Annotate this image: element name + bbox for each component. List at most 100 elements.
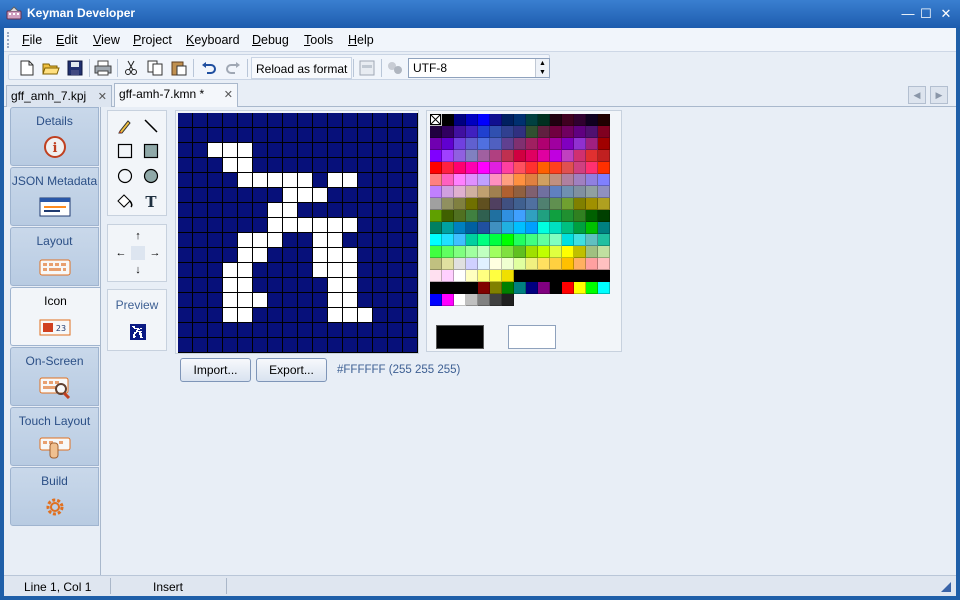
canvas-pixel[interactable] [193,263,208,278]
new-file-icon[interactable] [17,58,37,78]
palette-swatch[interactable] [466,150,478,162]
palette-swatch[interactable] [454,282,466,294]
palette-swatch[interactable] [526,174,538,186]
canvas-pixel[interactable] [238,203,253,218]
canvas-pixel[interactable] [223,158,238,173]
canvas-pixel[interactable] [223,113,238,128]
canvas-pixel[interactable] [328,113,343,128]
canvas-pixel[interactable] [178,188,193,203]
canvas-pixel[interactable] [373,203,388,218]
canvas-pixel[interactable] [343,203,358,218]
palette-swatch[interactable] [514,282,526,294]
canvas-pixel[interactable] [238,188,253,203]
palette-swatch[interactable] [478,234,490,246]
palette-swatch[interactable] [442,186,454,198]
background-color-swatch[interactable] [508,325,556,349]
palette-swatch[interactable] [478,246,490,258]
canvas-pixel[interactable] [373,173,388,188]
canvas-pixel[interactable] [283,323,298,338]
palette-swatch[interactable] [490,162,502,174]
palette-swatch[interactable] [538,246,550,258]
palette-swatch[interactable] [574,186,586,198]
canvas-pixel[interactable] [328,308,343,323]
canvas-pixel[interactable] [298,128,313,143]
canvas-pixel[interactable] [253,293,268,308]
canvas-pixel[interactable] [403,203,418,218]
menu-keyboard[interactable]: Keyboard [186,33,240,47]
palette-swatch[interactable] [466,126,478,138]
canvas-pixel[interactable] [208,188,223,203]
close-window-button[interactable]: ✕ [938,6,954,22]
canvas-pixel[interactable] [373,278,388,293]
palette-swatch[interactable] [526,282,538,294]
palette-swatch[interactable] [490,138,502,150]
palette-swatch[interactable] [430,174,442,186]
canvas-pixel[interactable] [208,248,223,263]
canvas-pixel[interactable] [298,293,313,308]
palette-swatch[interactable] [574,198,586,210]
shift-up-icon[interactable]: ↑ [131,229,145,243]
palette-swatch[interactable] [550,270,562,282]
open-folder-icon[interactable] [41,58,61,78]
palette-swatch[interactable] [514,186,526,198]
canvas-pixel[interactable] [238,248,253,263]
canvas-pixel[interactable] [328,293,343,308]
canvas-pixel[interactable] [178,143,193,158]
palette-swatch[interactable] [454,294,466,306]
palette-swatch[interactable] [562,114,574,126]
canvas-pixel[interactable] [178,278,193,293]
sidebar-item-build[interactable]: Build [10,467,99,526]
canvas-pixel[interactable] [328,278,343,293]
palette-swatch[interactable] [430,234,442,246]
palette-swatch[interactable] [430,150,442,162]
palette-swatch[interactable] [442,162,454,174]
canvas-pixel[interactable] [178,323,193,338]
redo-icon[interactable] [223,58,243,78]
palette-swatch[interactable] [442,138,454,150]
sidebar-item-on-screen[interactable]: On-Screen [10,347,99,406]
tab-keyboard-source[interactable]: gff-amh-7.kmn * ✕ [114,83,238,107]
palette-swatch[interactable] [490,282,502,294]
pencil-tool-icon[interactable] [114,115,136,137]
canvas-pixel[interactable] [343,323,358,338]
palette-swatch[interactable] [562,210,574,222]
palette-swatch[interactable] [586,258,598,270]
canvas-pixel[interactable] [283,218,298,233]
canvas-pixel[interactable] [403,143,418,158]
palette-swatch[interactable] [586,114,598,126]
palette-swatch[interactable] [598,174,610,186]
canvas-pixel[interactable] [298,323,313,338]
canvas-pixel[interactable] [253,188,268,203]
canvas-pixel[interactable] [193,233,208,248]
palette-swatch[interactable] [538,258,550,270]
palette-swatch[interactable] [478,186,490,198]
palette-swatch[interactable] [562,222,574,234]
palette-swatch[interactable] [550,150,562,162]
palette-swatch[interactable] [598,222,610,234]
canvas-pixel[interactable] [208,308,223,323]
palette-swatch[interactable] [466,186,478,198]
palette-swatch[interactable] [490,246,502,258]
palette-swatch[interactable] [466,294,478,306]
palette-swatch[interactable] [562,162,574,174]
canvas-pixel[interactable] [223,323,238,338]
canvas-pixel[interactable] [358,143,373,158]
canvas-pixel[interactable] [193,278,208,293]
canvas-pixel[interactable] [193,158,208,173]
canvas-pixel[interactable] [328,143,343,158]
canvas-pixel[interactable] [373,218,388,233]
canvas-pixel[interactable] [358,338,373,353]
canvas-pixel[interactable] [193,203,208,218]
filled-rectangle-tool-icon[interactable] [140,140,162,162]
canvas-pixel[interactable] [178,218,193,233]
canvas-pixel[interactable] [313,293,328,308]
palette-swatch[interactable] [454,174,466,186]
palette-swatch[interactable] [478,126,490,138]
canvas-pixel[interactable] [268,188,283,203]
palette-swatch[interactable] [514,174,526,186]
canvas-pixel[interactable] [178,158,193,173]
canvas-pixel[interactable] [268,233,283,248]
canvas-pixel[interactable] [178,248,193,263]
export-button[interactable]: Export... [256,358,327,382]
canvas-pixel[interactable] [358,263,373,278]
